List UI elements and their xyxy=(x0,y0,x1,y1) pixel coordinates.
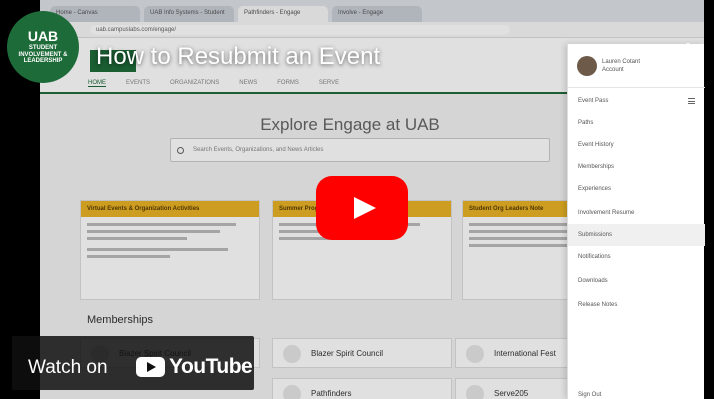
avatar xyxy=(577,56,597,76)
menu-item-event-history: Event History xyxy=(578,142,614,148)
more-dot-icon xyxy=(686,43,690,47)
menu-user-name: Lauren Cotant xyxy=(602,59,641,65)
youtube-logo-icon xyxy=(136,357,165,377)
menu-item-downloads: Downloads xyxy=(578,278,608,284)
watch-on-label: Watch on xyxy=(28,357,108,378)
hamburger-icon xyxy=(688,98,695,104)
video-title[interactable]: How to Resubmit an Event xyxy=(96,43,380,71)
menu-user-sub: Account xyxy=(602,67,624,73)
watch-on-youtube-button[interactable]: Watch on YouTube xyxy=(12,336,254,390)
menu-item-involvement-resume: Involvement Resume xyxy=(578,210,635,216)
menu-item-notifications: Notifications xyxy=(578,254,611,260)
play-icon xyxy=(354,197,376,219)
more-options-button[interactable] xyxy=(683,43,693,71)
channel-logo-letters: UAB xyxy=(27,28,59,45)
channel-logo[interactable]: UAB STUDENT INVOLVEMENT & LEADERSHIP xyxy=(7,11,79,83)
menu-item-event-pass: Event Pass xyxy=(578,98,609,104)
youtube-wordmark: YouTube xyxy=(169,355,253,378)
channel-logo-text: STUDENT INVOLVEMENT & LEADERSHIP xyxy=(18,45,68,65)
menu-item-memberships: Memberships xyxy=(578,164,615,170)
more-dot-icon xyxy=(686,67,690,71)
play-button[interactable] xyxy=(316,176,408,240)
video-player[interactable]: Home - Canvas UAB Info Systems - Student… xyxy=(0,0,714,399)
more-dot-icon xyxy=(686,55,690,59)
menu-item-submissions: Submissions xyxy=(568,224,705,246)
user-dropdown-menu: Lauren Cotant Account Event Pass Paths E… xyxy=(567,44,705,399)
menu-item-sign-out: Sign Out xyxy=(578,392,602,398)
menu-item-paths: Paths xyxy=(578,120,594,126)
menu-item-release-notes: Release Notes xyxy=(578,302,618,308)
menu-item-experiences: Experiences xyxy=(578,186,612,192)
